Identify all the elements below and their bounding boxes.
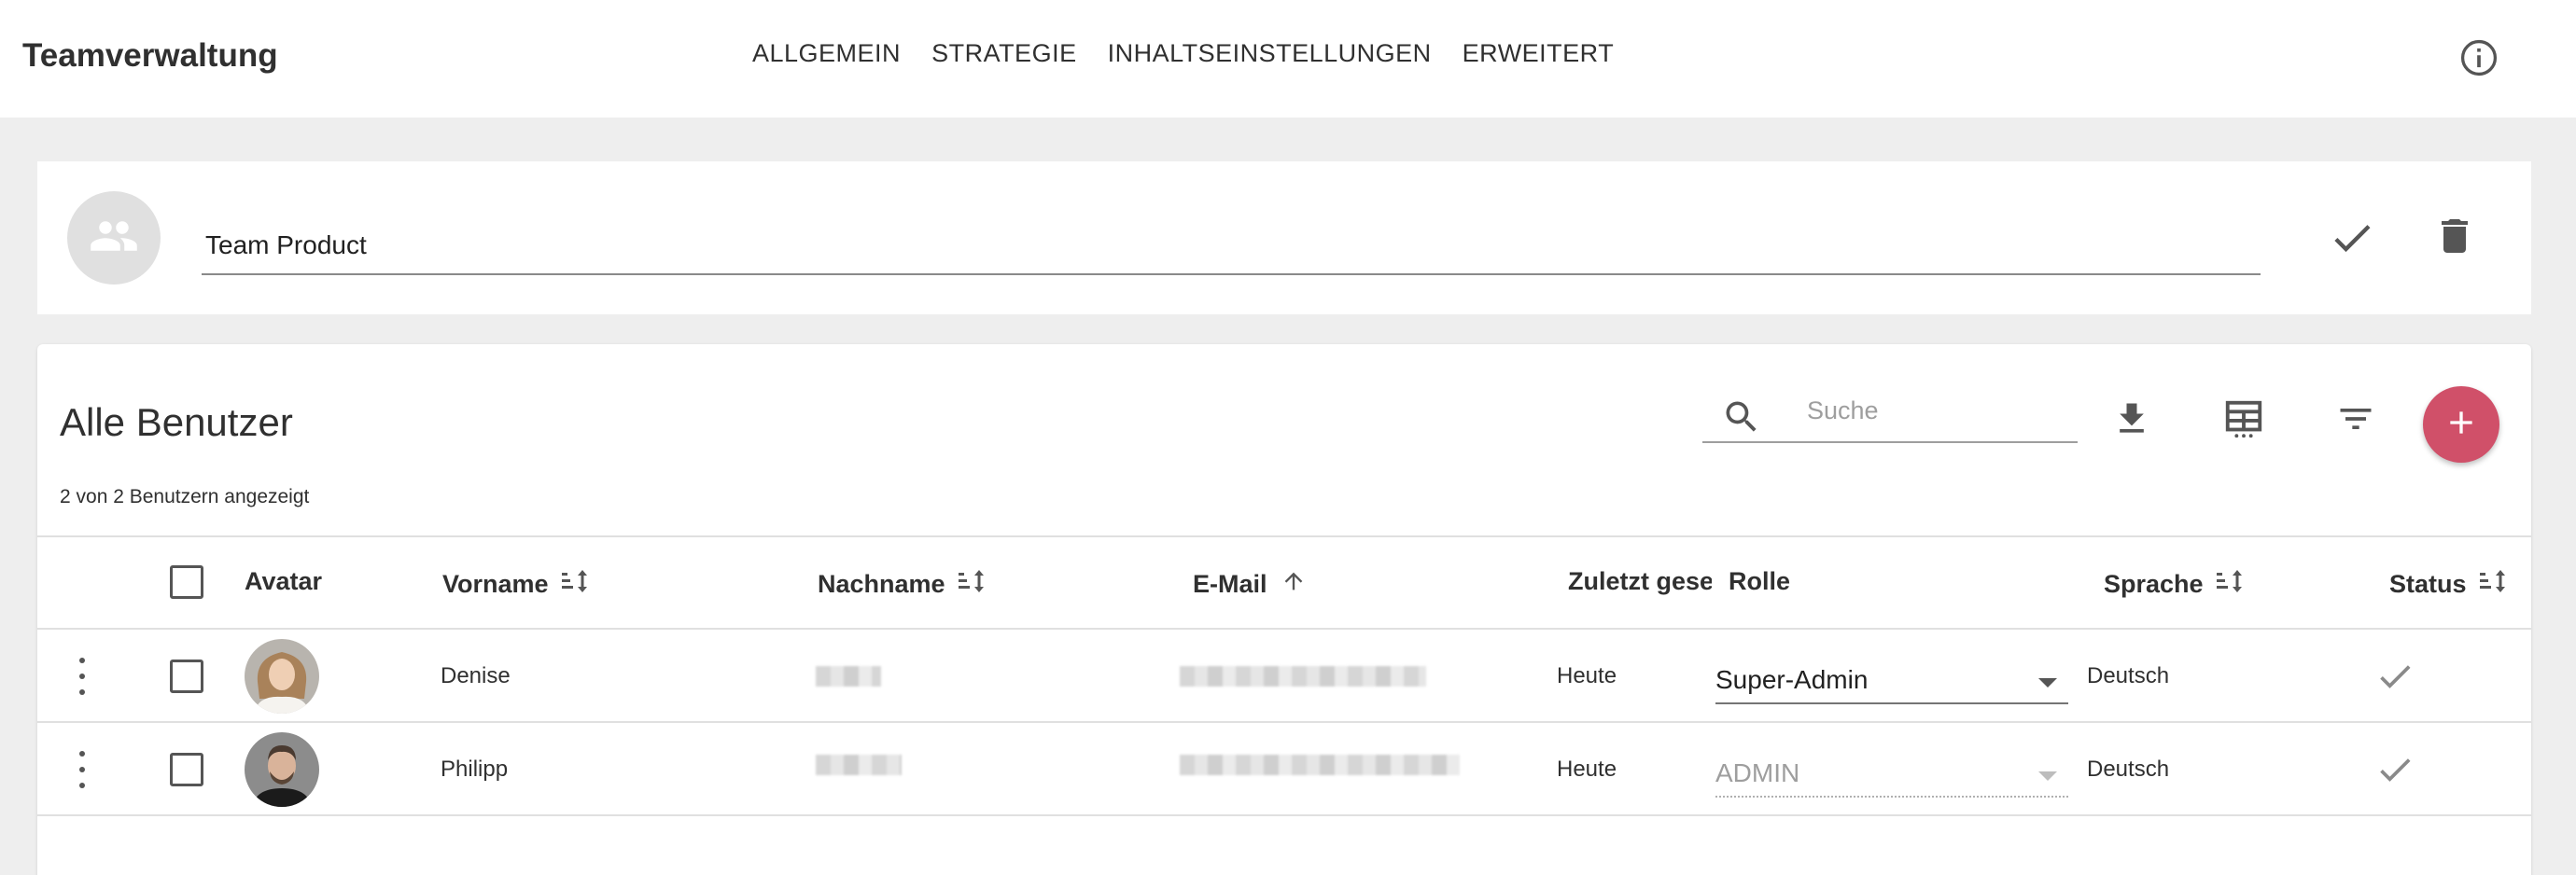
app-title: Teamverwaltung bbox=[22, 37, 278, 74]
search-icon bbox=[1721, 396, 1762, 438]
select-all-checkbox[interactable] bbox=[170, 565, 203, 599]
more-vert-icon[interactable] bbox=[75, 658, 90, 695]
users-count: 2 von 2 Benutzern angezeigt bbox=[60, 486, 310, 507]
cell-last-seen: Heute bbox=[1557, 757, 1617, 782]
column-header-language[interactable]: Sprache bbox=[2104, 567, 2247, 602]
plus-icon bbox=[2443, 404, 2480, 446]
nav-tab-erweitert[interactable]: ERWEITERT bbox=[1463, 39, 1615, 68]
main-nav: ALLGEMEIN STRATEGIE INHALTSEINSTELLUNGEN… bbox=[752, 39, 1614, 68]
role-select[interactable]: Super-Admin bbox=[1715, 658, 2068, 704]
table-columns-icon[interactable] bbox=[2219, 395, 2268, 443]
filter-icon[interactable] bbox=[2331, 395, 2380, 443]
sort-icon[interactable] bbox=[2479, 567, 2510, 602]
avatar bbox=[245, 732, 319, 807]
cell-last-seen: Heute bbox=[1557, 663, 1617, 688]
column-header-email[interactable]: E-Mail bbox=[1193, 567, 1307, 602]
column-header-avatar: Avatar bbox=[245, 567, 322, 596]
column-label-avatar: Avatar bbox=[245, 567, 323, 595]
check-icon[interactable] bbox=[2328, 214, 2376, 262]
users-title: Alle Benutzer bbox=[60, 400, 293, 444]
team-name-field bbox=[202, 227, 2261, 275]
sort-icon[interactable] bbox=[2216, 567, 2247, 602]
trash-icon[interactable] bbox=[2432, 212, 2477, 260]
users-card: Alle Benutzer 2 von 2 Benutzern angezeig… bbox=[37, 344, 2531, 875]
cell-email-redacted bbox=[1180, 755, 1460, 775]
column-label-status: Status bbox=[2389, 570, 2467, 598]
column-header-firstname[interactable]: Vorname bbox=[442, 567, 592, 602]
table-row[interactable]: Denise Heute Super-Admin Deutsch bbox=[37, 630, 2531, 723]
row-checkbox[interactable] bbox=[170, 753, 203, 786]
avatar bbox=[245, 639, 319, 714]
check-icon bbox=[2374, 749, 2415, 790]
row-checkbox[interactable] bbox=[170, 660, 203, 693]
column-header-lastname[interactable]: Nachname bbox=[818, 567, 988, 602]
cell-lastname-redacted bbox=[816, 755, 902, 775]
cell-firstname: Philipp bbox=[441, 757, 509, 782]
team-name-card bbox=[37, 161, 2531, 314]
column-label-firstname: Vorname bbox=[442, 570, 549, 598]
users-table: Avatar Vorname Nachname E-Mail Zuletzt g… bbox=[37, 535, 2531, 816]
nav-tab-strategie[interactable]: STRATEGIE bbox=[931, 39, 1077, 68]
chevron-down-icon bbox=[2038, 678, 2057, 688]
top-app-bar: Teamverwaltung ALLGEMEIN STRATEGIE INHAL… bbox=[0, 0, 2576, 118]
table-row[interactable]: Philipp Heute ADMIN Deutsch bbox=[37, 723, 2531, 816]
column-label-email: E-Mail bbox=[1193, 570, 1267, 598]
role-value: ADMIN bbox=[1715, 758, 1800, 787]
column-header-last-seen[interactable]: Zuletzt gesehen bbox=[1568, 567, 1712, 596]
cell-language: Deutsch bbox=[2087, 663, 2170, 688]
chevron-down-icon bbox=[2038, 771, 2057, 781]
cell-email-redacted bbox=[1180, 666, 1426, 687]
role-select: ADMIN bbox=[1715, 751, 2068, 798]
column-header-role: Rolle bbox=[1729, 567, 1790, 596]
add-user-button[interactable] bbox=[2423, 386, 2499, 463]
table-header: Avatar Vorname Nachname E-Mail Zuletzt g… bbox=[37, 535, 2531, 630]
cell-lastname-redacted bbox=[816, 666, 881, 687]
check-icon bbox=[2374, 656, 2415, 697]
column-label-last-seen: Zuletzt gesehen bbox=[1568, 567, 1712, 595]
sort-icon[interactable] bbox=[561, 567, 592, 602]
nav-tab-allgemein[interactable]: ALLGEMEIN bbox=[752, 39, 901, 68]
group-icon bbox=[89, 211, 139, 266]
column-label-lastname: Nachname bbox=[818, 570, 945, 598]
nav-tab-inhaltseinstellungen[interactable]: INHALTSEINSTELLUNGEN bbox=[1108, 39, 1432, 68]
role-value: Super-Admin bbox=[1715, 665, 1869, 694]
column-header-status[interactable]: Status bbox=[2389, 567, 2510, 602]
column-label-role: Rolle bbox=[1729, 567, 1791, 595]
search-field bbox=[1702, 383, 2078, 443]
download-icon[interactable] bbox=[2107, 395, 2156, 443]
search-input[interactable] bbox=[1807, 396, 2068, 425]
more-vert-icon[interactable] bbox=[75, 751, 90, 788]
team-avatar bbox=[67, 191, 161, 285]
team-name-input[interactable] bbox=[202, 227, 2261, 264]
column-label-language: Sprache bbox=[2104, 570, 2204, 598]
sort-icon[interactable] bbox=[958, 567, 988, 602]
arrow-up-icon[interactable] bbox=[1281, 567, 1307, 602]
cell-firstname: Denise bbox=[441, 663, 511, 688]
cell-language: Deutsch bbox=[2087, 757, 2170, 782]
info-icon[interactable] bbox=[2458, 37, 2499, 78]
